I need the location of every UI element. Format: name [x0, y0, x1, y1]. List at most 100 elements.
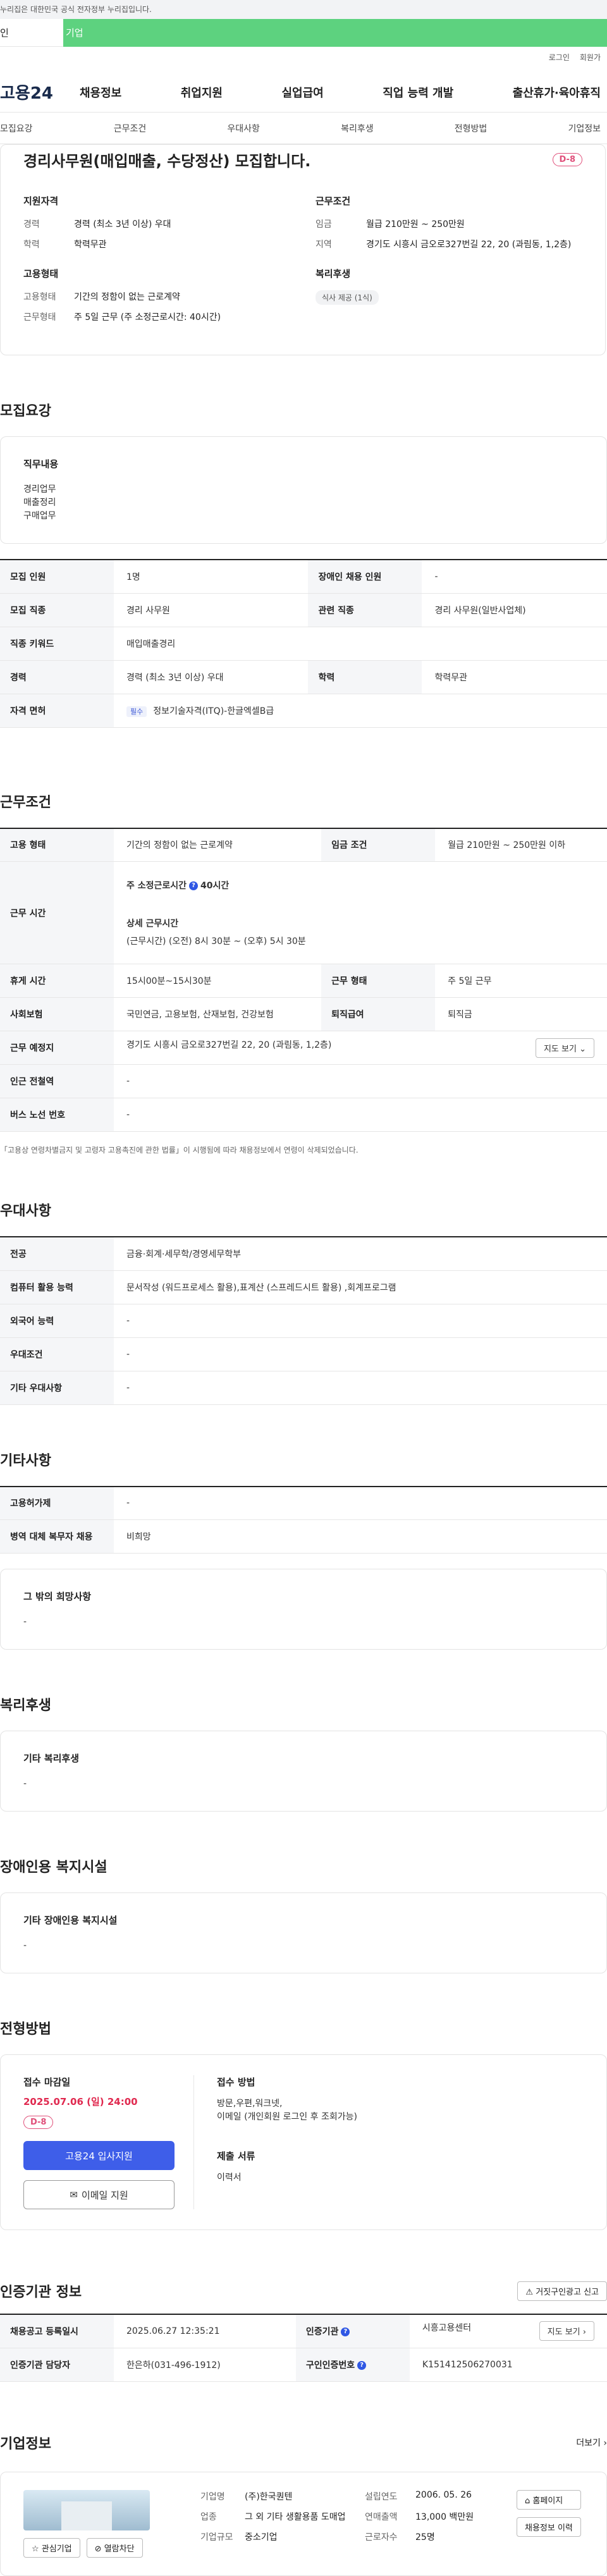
table-header: 사회보험: [0, 997, 114, 1031]
table-row: 경력 경력 (최소 3년 이상) 우대 학력 학력무관: [0, 660, 607, 694]
sales-key: 연매출액: [365, 2512, 398, 2522]
conditions-table: 고용 형태 기간의 정함이 없는 근로계약 임금 조건 월급 210만원 ~ 2…: [0, 827, 607, 1132]
table-row: 병역 대체 복무자 채용 비희망: [0, 1519, 607, 1554]
work-type-value: 주 5일 근무 (주 소정근로시간: 40시간): [74, 312, 221, 322]
history-button[interactable]: 채용정보 이력: [517, 2517, 581, 2537]
anchor-process[interactable]: 전형방법: [455, 122, 487, 135]
table-header: 근무 시간: [0, 861, 114, 964]
table-cell: -: [114, 1337, 607, 1371]
info-icon[interactable]: ?: [357, 2360, 367, 2370]
anchor-welfare[interactable]: 복리후생: [341, 122, 374, 135]
career-key: 경력: [23, 219, 40, 230]
block-icon: ⊘: [94, 2544, 102, 2554]
cert-section-title: 인증기관 정보: [0, 2285, 82, 2300]
anchor-preferred[interactable]: 우대사항: [227, 122, 260, 135]
table-header: 직종 키워드: [0, 627, 114, 661]
wage-key: 임금: [316, 219, 332, 230]
apply-button[interactable]: 고용24 입사지원: [23, 2141, 175, 2170]
deadline-value: 2025.07.06 (일) 24:00: [23, 2096, 138, 2107]
table-cell: 월급 210만원 ~ 250만원 이하: [435, 828, 607, 862]
recruit-table: 모집 인원 1명 장애인 채용 인원 - 모집 직종 경리 사무원 관련 직종 …: [0, 559, 607, 728]
place-value: 경기도 시흥시 금오로327번길 22, 20 (과림동, 1,2층): [126, 1040, 332, 1050]
info-icon[interactable]: ?: [341, 2327, 350, 2336]
table-row: 근무 예정지 경기도 시흥시 금오로327번길 22, 20 (과림동, 1,2…: [0, 1031, 607, 1065]
table-cell: K151412506270031: [409, 2348, 607, 2382]
anchor-recruit[interactable]: 모집요강: [0, 122, 33, 135]
duty-box: 직무내용 경리업무 매출정리 구매업무: [0, 436, 607, 544]
table-cell: 주 5일 근무: [435, 964, 607, 998]
condition-heading: 근무조건: [316, 195, 351, 207]
gnb-item-unemployment-benefit[interactable]: 실업급여: [282, 84, 324, 101]
company-photo: [23, 2489, 150, 2530]
apply-box: 접수 마감일 2025.07.06 (일) 24:00 D-8 고용24 입사지…: [0, 2054, 607, 2230]
table-row: 기타 우대사항 -: [0, 1371, 607, 1405]
wage-value: 월급 210만원 ~ 250만원: [366, 219, 465, 230]
logo[interactable]: 고용24: [0, 80, 70, 104]
mail-icon: ✉: [70, 2189, 78, 2200]
table-cell: 문서작성 (워드프로세스 활용),표계산 (스프레드시트 활용) ,회계프로그램: [114, 1270, 607, 1304]
anchor-conditions[interactable]: 근무조건: [114, 122, 147, 135]
report-button[interactable]: ⚠ 거짓구인광고 신고: [517, 2281, 607, 2301]
welfare-box: 기타 복리후생 -: [0, 1731, 607, 1812]
table-header: 기타 우대사항: [0, 1371, 114, 1405]
table-header: 고용허가제: [0, 1486, 114, 1520]
info-icon[interactable]: ?: [189, 881, 199, 890]
employment-heading: 고용형태: [23, 268, 59, 279]
gnb-item-parental-leave[interactable]: 출산휴가·육아휴직: [513, 84, 601, 101]
table-header: 모집 직종: [0, 593, 114, 627]
login-link[interactable]: 로그인: [549, 52, 570, 72]
cert-table: 채용공고 등록일시 2025.06.27 12:35:21 인증기관? 시흥고용…: [0, 2314, 607, 2382]
more-link[interactable]: 더보기 ›: [576, 2436, 607, 2449]
anchor-company[interactable]: 기업정보: [568, 122, 601, 135]
homepage-button[interactable]: ⌂ 홈페이지: [517, 2489, 581, 2510]
employment-type-key: 고용형태: [23, 292, 56, 302]
cert-map-button[interactable]: 지도 보기 ›: [539, 2321, 594, 2341]
wish-box: 그 밖의 희망사항 -: [0, 1569, 607, 1650]
signup-link[interactable]: 회원가: [580, 52, 601, 72]
interest-company-button[interactable]: ☆ 관심기업: [23, 2537, 80, 2558]
table-row: 직종 키워드 매입매출경리: [0, 627, 607, 661]
table-row: 컴퓨터 활용 능력 문서작성 (워드프로세스 활용),표계산 (스프레드시트 활용…: [0, 1270, 607, 1304]
employees-value: 25명: [415, 2532, 435, 2542]
gnb-item-jobs[interactable]: 채용정보: [80, 84, 121, 101]
table-row: 채용공고 등록일시 2025.06.27 12:35:21 인증기관? 시흥고용…: [0, 2314, 607, 2348]
utility-links: 로그인 회원가: [0, 47, 607, 72]
duty-heading: 직무내용: [23, 458, 59, 470]
education-key: 학력: [23, 240, 40, 250]
map-button[interactable]: 지도 보기 ⌄: [535, 1038, 594, 1058]
weekly-hours-value: 40시간: [200, 880, 230, 891]
table-cell: 경력 (최소 3년 이상) 우대: [114, 660, 309, 694]
table-cell: 경리 사무원(일반사업체): [422, 593, 607, 627]
gnb-item-employment-support[interactable]: 취업지원: [181, 84, 223, 101]
tab-corp[interactable]: 기업: [63, 19, 607, 47]
company-section-title: 기업정보: [0, 2436, 51, 2452]
table-cell: 매입매출경리: [114, 627, 607, 661]
table-header: 인증기관?: [295, 2314, 410, 2348]
table-header: 모집 인원: [0, 560, 114, 594]
table-header: 병역 대체 복무자 채용: [0, 1519, 114, 1554]
table-header: 학력: [308, 660, 422, 694]
summary-card: 경리사무원(매입매출, 수당정산) 모집합니다. D-8 지원자격 경력 경력 (…: [0, 144, 606, 355]
table-cell: 학력무관: [422, 660, 607, 694]
method-label: 접수 방법: [217, 2076, 255, 2088]
email-apply-button[interactable]: ✉ 이메일 지원: [23, 2180, 175, 2209]
tab-person[interactable]: 인: [0, 19, 63, 47]
wish-text: -: [23, 1617, 27, 1627]
employees-key: 근로자수: [365, 2532, 398, 2542]
table-cell: -: [114, 1064, 607, 1098]
table-row: 고용 형태 기간의 정함이 없는 근로계약 임금 조건 월급 210만원 ~ 2…: [0, 828, 607, 862]
qualification-heading: 지원자격: [23, 195, 59, 207]
table-header: 관련 직종: [308, 593, 422, 627]
conditions-section-title: 근무조건: [0, 794, 51, 811]
area-key: 지역: [316, 240, 332, 250]
chevron-right-icon: ›: [582, 2328, 586, 2338]
preferred-section-title: 우대사항: [0, 1203, 51, 1219]
block-view-button[interactable]: ⊘ 열람차단: [86, 2537, 143, 2558]
gnb-item-skills[interactable]: 직업 능력 개발: [383, 84, 453, 101]
other-table: 고용허가제 - 병역 대체 복무자 채용 비희망: [0, 1485, 607, 1554]
table-header: 고용 형태: [0, 828, 114, 862]
work-type-key: 근무형태: [23, 312, 56, 322]
company-name-key: 기업명: [200, 2491, 225, 2502]
process-section-title: 전형방법: [0, 2021, 51, 2037]
anchor-nav: 모집요강 근무조건 우대사항 복리후생 전형방법 기업정보: [0, 113, 607, 144]
